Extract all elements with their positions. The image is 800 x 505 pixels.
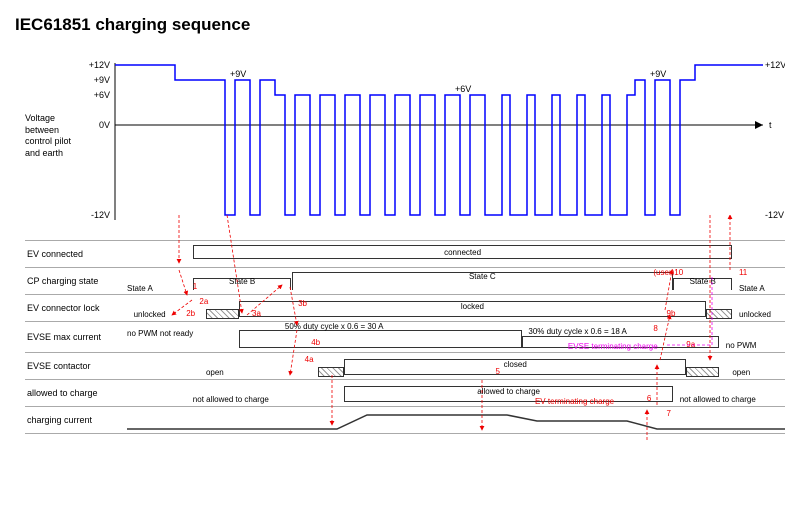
row-label: CP charging state bbox=[25, 268, 127, 294]
page-title: IEC61851 charging sequence bbox=[15, 15, 785, 35]
ytick-right: -12V bbox=[765, 210, 784, 220]
row-evse-contactor: EVSE contactor open closed open 4a 5 bbox=[25, 353, 785, 380]
voltage-waveform-svg: +12V +9V +6V 0V -12V +12V -12V t +9V +6V… bbox=[85, 55, 785, 230]
row-evse-max-current: EVSE max current no PWM not ready 50% du… bbox=[25, 322, 785, 353]
row-cp-state: CP charging state State A State B State … bbox=[25, 268, 785, 295]
ytick: -12V bbox=[91, 210, 110, 220]
waveform-annot-6v: +6V bbox=[455, 84, 471, 94]
annot-8: 8 bbox=[653, 324, 657, 333]
row-label: charging current bbox=[25, 407, 127, 433]
annot-5: 5 bbox=[495, 367, 499, 376]
ytick: +9V bbox=[94, 75, 110, 85]
annot-2a: 2a bbox=[199, 297, 208, 306]
row-ev-lock: EV connector lock unlocked locked unlock… bbox=[25, 295, 785, 322]
x-axis-label: t bbox=[769, 120, 772, 130]
annot-9a: 9b bbox=[667, 309, 676, 318]
y-axis-label: Voltage between control pilot and earth bbox=[25, 113, 75, 160]
voltage-chart: Voltage between control pilot and earth … bbox=[85, 55, 785, 230]
annot-11: 11 bbox=[739, 268, 747, 277]
row-allowed: allowed to charge not allowed to charge … bbox=[25, 380, 785, 407]
row-ev-connected: EV connected connected bbox=[25, 240, 785, 268]
annot-7: 7 bbox=[667, 409, 671, 418]
cp-waveform bbox=[115, 65, 763, 215]
seg-connected: connected bbox=[193, 245, 733, 259]
row-label: allowed to charge bbox=[25, 380, 127, 406]
annot-4a: 4a bbox=[305, 355, 314, 364]
row-label: EVSE contactor bbox=[25, 353, 127, 379]
waveform-annot-9v: +9V bbox=[230, 69, 246, 79]
ytick: 0V bbox=[99, 120, 110, 130]
annot-user10: (user)10 bbox=[653, 268, 683, 277]
annot-6: 6 bbox=[647, 394, 651, 403]
row-label: EV connector lock bbox=[25, 295, 127, 321]
row-charging-current: charging current 7 bbox=[25, 407, 785, 434]
row-label: EVSE max current bbox=[25, 322, 127, 352]
annot-1: 1 bbox=[193, 282, 197, 291]
annot-ev-term: EV terminating charge bbox=[535, 397, 614, 406]
current-waveform bbox=[127, 407, 785, 433]
ytick-right: +12V bbox=[765, 60, 785, 70]
row-label: EV connected bbox=[25, 241, 127, 267]
annot-4b: 4b bbox=[311, 338, 320, 347]
waveform-annot-9v-end: +9V bbox=[650, 69, 666, 79]
annot-3a: 3a bbox=[252, 309, 261, 318]
annot-2b: 2b bbox=[186, 309, 195, 318]
timing-rows: EV connected connected CP charging state… bbox=[25, 240, 785, 434]
annot-3b: 3b bbox=[298, 299, 307, 308]
annot-9b: 9a bbox=[686, 340, 695, 349]
ytick: +6V bbox=[94, 90, 110, 100]
annot-evse-term: EVSE terminating charge bbox=[568, 342, 658, 351]
ytick: +12V bbox=[89, 60, 110, 70]
